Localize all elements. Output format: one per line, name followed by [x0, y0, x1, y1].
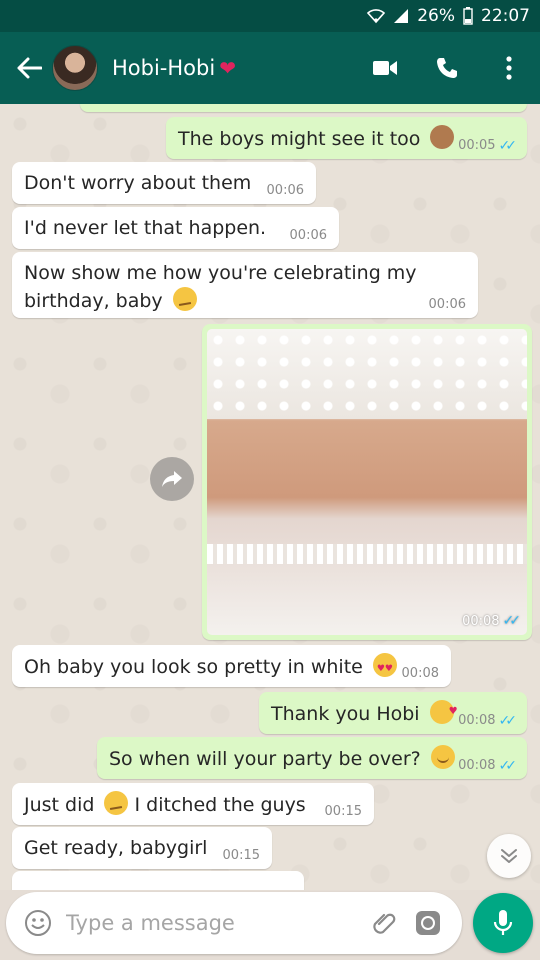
- double-chevron-down-icon: [501, 849, 517, 863]
- forward-icon: [162, 471, 182, 487]
- photo-band-detail: [207, 544, 527, 564]
- message-text: I'd never let that happen.: [24, 217, 267, 239]
- status-bar: 26% 22:07: [0, 0, 540, 32]
- message-time: 00:08: [462, 613, 500, 629]
- message-bubble[interactable]: I'd never let that happen. 00:06: [12, 207, 339, 249]
- message-text: Just did: [24, 794, 95, 816]
- heart-eyes-emoji: [372, 653, 397, 683]
- message-text: Get ready, babygirl: [24, 837, 208, 859]
- emoji-icon: [25, 910, 51, 936]
- video-call-icon: [373, 61, 397, 75]
- read-receipt-icon: ✓✓: [502, 613, 522, 629]
- message-list[interactable]: The boys might see it too 00:05 ✓✓ Don't …: [0, 104, 540, 890]
- camera-icon: [416, 911, 440, 935]
- message-bubble[interactable]: Now show me how you're celebrating my bi…: [12, 252, 478, 318]
- message-time: 00:05: [458, 138, 496, 153]
- message-text: Oh baby you look so pretty in white: [24, 656, 363, 678]
- message-time: 00:06: [289, 228, 327, 243]
- emoji-button[interactable]: [18, 903, 58, 943]
- signal-icon: [393, 8, 409, 24]
- clock: 22:07: [481, 6, 530, 26]
- paperclip-icon: [373, 913, 396, 934]
- voice-call-button[interactable]: [416, 32, 478, 104]
- see-no-evil-monkey-emoji: [430, 125, 455, 149]
- message-time: 00:06: [266, 183, 304, 198]
- message-input[interactable]: [66, 911, 362, 935]
- message-text: The boys might see it too: [178, 128, 421, 150]
- read-receipt-icon: ✓✓: [498, 713, 518, 729]
- message-bubble-partial[interactable]: [80, 104, 527, 112]
- message-bubble[interactable]: Just did I ditched the guys 00:15: [12, 783, 374, 825]
- message-bubble[interactable]: The boys might see it too 00:05 ✓✓: [166, 117, 527, 159]
- photo-message[interactable]: 00:08 ✓✓: [202, 324, 532, 640]
- back-arrow-icon: [17, 57, 42, 79]
- back-button[interactable]: [6, 32, 52, 104]
- message-time: 00:08: [458, 713, 496, 728]
- message-bubble[interactable]: Get ready, babygirl 00:15: [12, 827, 272, 869]
- read-receipt-icon: ✓✓: [498, 138, 518, 154]
- message-time: 00:15: [222, 848, 260, 863]
- message-meta: 00:08 ✓✓: [462, 613, 522, 629]
- microphone-icon: [493, 910, 513, 935]
- message-text: So when will your party be over?: [109, 748, 421, 770]
- message-time: 00:15: [324, 804, 362, 819]
- message-time: 00:06: [428, 297, 466, 312]
- more-options-icon: [506, 56, 512, 80]
- heart-emoji: ❤: [219, 56, 236, 80]
- forward-button[interactable]: [150, 457, 194, 501]
- video-call-button[interactable]: [354, 32, 416, 104]
- message-bubble[interactable]: So when will your party be over? 00:08 ✓✓: [97, 737, 527, 779]
- attach-button[interactable]: [362, 901, 406, 945]
- voice-record-button[interactable]: [473, 893, 533, 953]
- message-text: Don't worry about them: [24, 172, 252, 194]
- more-options-button[interactable]: [478, 32, 540, 104]
- wifi-icon: [367, 8, 386, 24]
- smirk-emoji: [104, 791, 129, 815]
- message-meta: 00:08 ✓✓: [458, 713, 518, 729]
- kiss-emoji: [429, 698, 458, 725]
- contact-name-area[interactable]: Hobi-Hobi ❤: [112, 56, 354, 80]
- voice-call-icon: [437, 58, 457, 78]
- message-text: Thank you Hobi: [271, 703, 420, 725]
- message-text-line2: birthday, baby: [24, 290, 163, 312]
- message-meta: 00:05 ✓✓: [458, 138, 518, 154]
- smirk-emoji: [172, 287, 197, 311]
- scroll-to-bottom-button[interactable]: [487, 834, 531, 878]
- message-text-part2: I ditched the guys: [134, 794, 306, 816]
- read-receipt-icon: ✓✓: [498, 758, 518, 774]
- camera-button[interactable]: [406, 901, 450, 945]
- photo-lace-detail: [207, 329, 527, 419]
- battery-icon: [463, 7, 473, 25]
- chat-header: Hobi-Hobi ❤: [0, 32, 540, 104]
- message-bubble[interactable]: Oh baby you look so pretty in white 00:0…: [12, 645, 451, 687]
- message-bubble[interactable]: Thank you Hobi 00:08✓✓: [259, 692, 527, 734]
- message-text: Now show me how you're celebrating my: [24, 262, 417, 284]
- message-composer: [6, 892, 462, 954]
- contact-avatar[interactable]: [52, 45, 98, 91]
- battery-percent: 26%: [417, 6, 455, 26]
- message-bubble-partial[interactable]: [12, 871, 304, 890]
- blush-emoji: [430, 745, 455, 769]
- contact-name: Hobi-Hobi: [112, 56, 216, 80]
- photo-image[interactable]: 00:08 ✓✓: [207, 329, 527, 635]
- message-time: 00:08: [458, 758, 496, 773]
- message-bubble[interactable]: Don't worry about them 00:06: [12, 162, 316, 204]
- message-time: 00:08: [401, 666, 439, 681]
- message-meta: 00:08 ✓✓: [458, 758, 518, 774]
